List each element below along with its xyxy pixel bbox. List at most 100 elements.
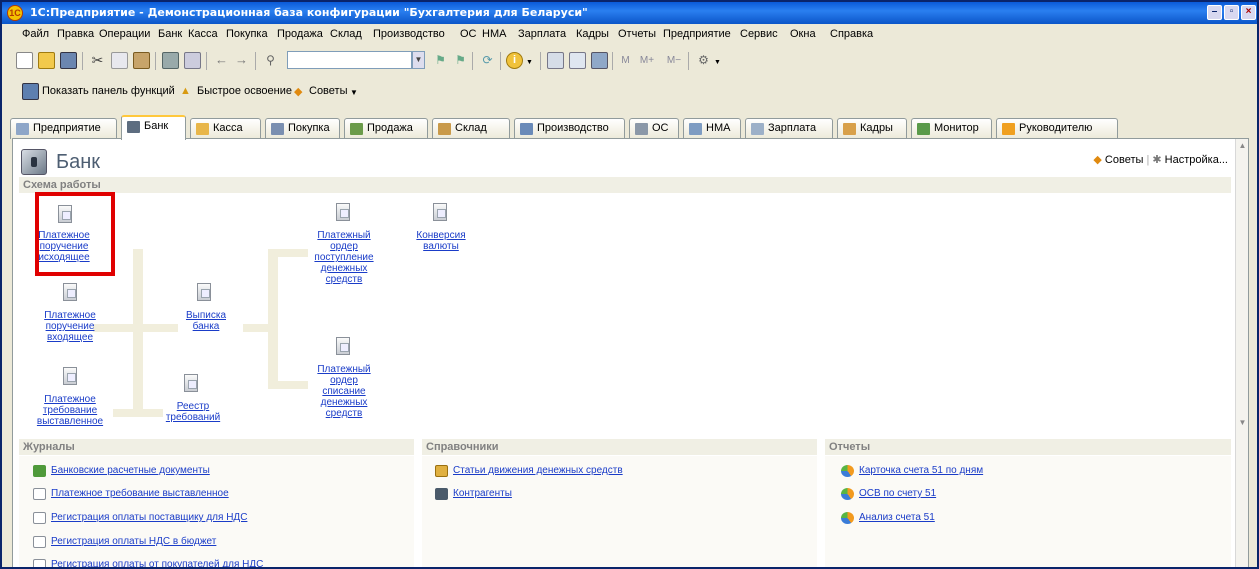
report-link[interactable]: ОСВ по счету 51 [841, 488, 936, 500]
search-input[interactable] [287, 51, 412, 69]
menu-warehouse[interactable]: Склад [330, 28, 362, 40]
salary-icon [751, 123, 764, 135]
menu-file[interactable]: Файл [22, 28, 49, 40]
copy-icon[interactable] [111, 52, 128, 69]
tips-button[interactable]: Советы [309, 85, 347, 97]
tab-salary[interactable]: Зарплата [745, 118, 833, 139]
menu-cash[interactable]: Касса [188, 28, 218, 40]
calculator-icon[interactable] [547, 52, 564, 69]
menu-reports[interactable]: Отчеты [618, 28, 656, 40]
function-bar: Показать панель функций ▲ Быстрое освоен… [2, 80, 1257, 102]
menu-fixed-assets[interactable]: ОС [460, 28, 477, 40]
tab-hr[interactable]: Кадры [837, 118, 907, 139]
journal-link[interactable]: Регистрация оплаты от покупателей для НД… [33, 559, 263, 567]
close-button[interactable]: × [1241, 5, 1256, 20]
menu-bank[interactable]: Банк [158, 28, 182, 40]
scroll-down-icon[interactable]: ▼ [1238, 418, 1247, 427]
menu-production[interactable]: Производство [373, 28, 445, 40]
tab-warehouse[interactable]: Склад [432, 118, 510, 139]
settings-link[interactable]: Настройка... [1165, 154, 1228, 166]
tab-manager[interactable]: Руководителю [996, 118, 1118, 139]
new-document-icon[interactable] [16, 52, 33, 69]
search-dropdown-icon[interactable]: ▼ [412, 51, 425, 69]
journal-link[interactable]: Регистрация оплаты НДС в бюджет [33, 536, 216, 548]
expense-order-link[interactable]: Платежный ордер списание денежных средст… [311, 364, 377, 419]
tab-fixed-assets[interactable]: ОС [629, 118, 679, 139]
report-link[interactable]: Анализ счета 51 [841, 512, 935, 524]
minimize-button[interactable]: – [1207, 5, 1222, 20]
print-icon[interactable] [162, 52, 179, 69]
bank-statement-link[interactable]: Выписка банка [178, 310, 234, 332]
forward-arrow-icon[interactable]: → [233, 52, 250, 69]
report-link[interactable]: Карточка счета 51 по дням [841, 465, 983, 477]
menu-service[interactable]: Сервис [740, 28, 778, 40]
info-icon[interactable]: i [506, 52, 523, 69]
tab-intangibles[interactable]: НМА [683, 118, 741, 139]
tab-bank[interactable]: Банк [121, 115, 186, 140]
tab-monitor[interactable]: Монитор [911, 118, 992, 139]
tips-dropdown-icon[interactable]: ▼ [350, 88, 358, 97]
menu-salary[interactable]: Зарплата [518, 28, 566, 40]
pie-report-icon [841, 465, 854, 477]
receipt-order-link[interactable]: Платежный ордер поступление денежных сре… [311, 230, 377, 285]
document-icon [33, 488, 46, 500]
refresh-icon[interactable]: ⟳ [479, 52, 496, 69]
currency-conversion-link[interactable]: Конверсия валюты [408, 230, 474, 252]
menu-intangibles[interactable]: НМА [482, 28, 506, 40]
tab-purchase[interactable]: Покупка [265, 118, 340, 139]
info-dropdown-icon[interactable]: ▼ [526, 52, 534, 69]
purchase-icon [271, 123, 284, 135]
reference-link[interactable]: Статьи движения денежных средств [435, 465, 623, 477]
print-preview-icon[interactable] [184, 52, 201, 69]
expense-order-icon [336, 337, 350, 355]
bank-panel: Банк ◆ Советы | ✱ Настройка... Схема раб… [12, 138, 1249, 567]
cashflow-items-icon [435, 465, 448, 477]
sales-icon [350, 123, 363, 135]
menu-sales[interactable]: Продажа [277, 28, 323, 40]
menu-purchase[interactable]: Покупка [226, 28, 268, 40]
customize-toolbar-icon[interactable]: ⚙ [695, 52, 712, 69]
payment-order-in-link[interactable]: Платежное поручение входящее [33, 310, 107, 343]
find-prev-icon[interactable]: ⚑ [452, 52, 469, 69]
menu-enterprise[interactable]: Предприятие [663, 28, 731, 40]
quick-learning-button[interactable]: Быстрое освоение [197, 85, 292, 97]
request-register-link[interactable]: Реестр требований [163, 401, 223, 423]
tab-production[interactable]: Производство [514, 118, 625, 139]
reference-link[interactable]: Контрагенты [435, 488, 512, 500]
paste-icon[interactable] [133, 52, 150, 69]
restore-button[interactable]: ▫ [1224, 5, 1239, 20]
search-icon[interactable]: ⚲ [262, 52, 279, 69]
scroll-up-icon[interactable]: ▲ [1238, 141, 1247, 150]
tab-strip: Предприятие Банк Касса Покупка Продажа С… [10, 115, 1255, 140]
bank-icon [127, 121, 140, 133]
save-icon[interactable] [60, 52, 77, 69]
tab-cash[interactable]: Касса [190, 118, 261, 139]
show-function-panel-button[interactable]: Показать панель функций [42, 85, 175, 97]
memory-minus-icon[interactable]: M− [662, 52, 686, 69]
memory-m-icon[interactable]: M [617, 52, 634, 69]
menu-hr[interactable]: Кадры [576, 28, 609, 40]
users-icon[interactable] [591, 52, 608, 69]
calendar-icon[interactable] [569, 52, 586, 69]
menu-windows[interactable]: Окна [790, 28, 816, 40]
journal-link[interactable]: Регистрация оплаты поставщику для НДС [33, 512, 247, 524]
pie-report-icon [841, 488, 854, 500]
menu-help[interactable]: Справка [830, 28, 873, 40]
vertical-scrollbar[interactable]: ▲ ▼ [1235, 139, 1248, 567]
open-folder-icon[interactable] [38, 52, 55, 69]
menu-operations[interactable]: Операции [99, 28, 150, 40]
journal-link[interactable]: Банковские расчетные документы [33, 465, 210, 477]
tips-link[interactable]: Советы [1105, 154, 1143, 166]
find-next-icon[interactable]: ⚑ [432, 52, 449, 69]
journal-link[interactable]: Платежное требование выставленное [33, 488, 229, 500]
payment-request-link[interactable]: Платежное требование выставленное [33, 394, 107, 427]
cut-icon[interactable]: ✂ [89, 52, 106, 69]
page-title: Банк [56, 151, 101, 173]
back-arrow-icon[interactable]: ← [213, 52, 230, 69]
menu-edit[interactable]: Правка [57, 28, 94, 40]
tab-enterprise[interactable]: Предприятие [10, 118, 117, 139]
tab-sales[interactable]: Продажа [344, 118, 428, 139]
memory-plus-icon[interactable]: M+ [635, 52, 659, 69]
highlight-frame [35, 192, 115, 276]
toolbar-dropdown-icon[interactable]: ▼ [714, 52, 722, 69]
